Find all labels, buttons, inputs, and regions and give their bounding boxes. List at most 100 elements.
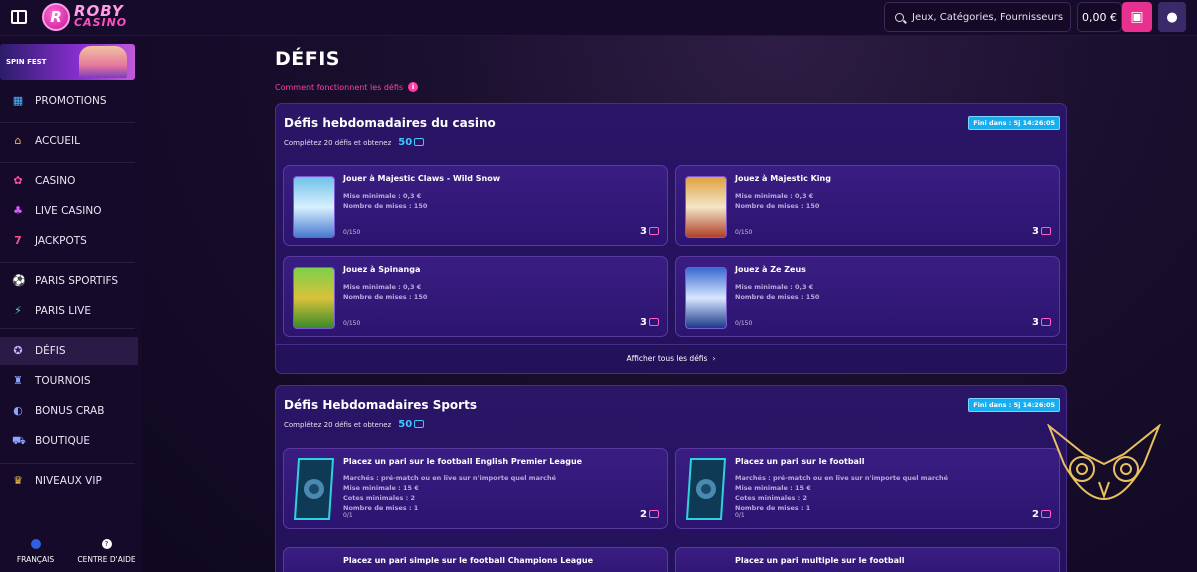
microphone-icon: ♣ <box>13 204 23 217</box>
divider <box>0 463 135 464</box>
soccer-card-icon <box>293 458 335 520</box>
challenge-title: Placez un pari multiple sur le football <box>735 556 905 565</box>
sidebar-item-accueil[interactable]: ⌂ ACCUEIL <box>0 127 138 155</box>
sidebar-item-label: BONUS CRAB <box>35 405 105 417</box>
sidebar-item-niveaux-vip[interactable]: ♛ NIVEAUX VIP <box>0 467 138 495</box>
challenge-progress: 0/1 <box>735 512 745 519</box>
challenge-min-bet: Mise minimale : 0,3 € <box>735 192 814 200</box>
challenge-card[interactable]: Jouez à Spinanga Mise minimale : 0,3 € N… <box>283 256 668 337</box>
challenge-progress: 0/150 <box>735 229 753 236</box>
sidebar-item-live-casino[interactable]: ♣ LIVE CASINO <box>0 197 138 225</box>
challenge-min-bet: Mise minimale : 0,3 € <box>343 283 422 291</box>
challenge-bet-count: Nombre de mises : 1 <box>735 504 811 512</box>
sidebar-item-label: ACCUEIL <box>35 135 80 147</box>
game-thumbnail-majestic-claws <box>293 176 335 238</box>
divider <box>0 122 135 123</box>
logo-badge: R <box>42 3 70 31</box>
challenge-card[interactable]: Jouez à Ze Zeus Mise minimale : 0,3 € No… <box>675 256 1060 337</box>
search-placeholder: Jeux, Catégories, Fournisseurs <box>912 11 1064 23</box>
owl-watermark-icon <box>1047 424 1161 500</box>
main-content: DÉFIS Comment fonctionnent les défis i D… <box>142 36 1197 572</box>
challenge-card[interactable]: Placez un pari multiple sur le football <box>675 547 1060 572</box>
challenge-card[interactable]: Jouer à Majestic Claws - Wild Snow Mise … <box>283 165 668 246</box>
gift-icon: ▦ <box>12 94 24 107</box>
sidebar-item-paris-sportifs[interactable]: ⚽ PARIS SPORTIFS <box>0 267 138 295</box>
see-all-challenges-link[interactable]: Afficher tous les défis › <box>276 344 1066 372</box>
medal-icon: ✪ <box>13 344 23 357</box>
challenge-min-odds: Cotes minimales : 2 <box>343 494 416 502</box>
countdown-timer: Fini dans : 5j 14:26:05 <box>968 116 1060 130</box>
language-button[interactable]: FRANÇAIS <box>0 528 71 572</box>
divider <box>0 162 135 163</box>
search-input[interactable]: Jeux, Catégories, Fournisseurs <box>884 2 1071 32</box>
cart-icon: ⛟ <box>12 434 26 447</box>
globe-icon <box>30 539 41 549</box>
sidebar-toggle-icon[interactable] <box>11 10 27 24</box>
crown-icon: ♛ <box>13 474 23 487</box>
challenge-min-odds: Cotes minimales : 2 <box>735 494 808 502</box>
section-title: Défis hebdomadaires du casino <box>284 116 496 130</box>
user-button[interactable]: ● <box>1158 2 1186 32</box>
game-thumbnail-ze-zeus <box>685 267 727 329</box>
sidebar-item-jackpots[interactable]: 7 JACKPOTS <box>0 227 138 255</box>
challenge-card[interactable]: Placez un pari sur le football English P… <box>283 448 668 529</box>
challenge-progress: 0/150 <box>735 320 753 327</box>
sidebar-footer: FRANÇAIS ? CENTRE D'AIDE <box>0 528 142 572</box>
user-icon: ● <box>1166 9 1178 25</box>
sidebar-item-label: LIVE CASINO <box>35 205 102 217</box>
sidebar-item-defis[interactable]: ✪ DÉFIS <box>0 337 138 365</box>
ticket-icon <box>1041 318 1051 326</box>
challenge-reward: 3 <box>640 317 659 328</box>
challenge-markets: Marchés : pré-match ou en live sur n'imp… <box>735 474 949 482</box>
challenge-min-bet: Mise minimale : 0,3 € <box>343 192 422 200</box>
challenge-title: Placez un pari simple sur le football Ch… <box>343 556 594 565</box>
sidebar-item-bonus-crab[interactable]: ◐ BONUS CRAB <box>0 397 138 425</box>
seven-icon: 7 <box>14 234 22 247</box>
sidebar-item-paris-live[interactable]: ⚡ PARIS LIVE <box>0 297 138 325</box>
banner-art <box>79 46 127 78</box>
challenge-bet-count: Nombre de mises : 150 <box>735 293 820 301</box>
top-bar: R ROBY CASINO Jeux, Catégories, Fourniss… <box>0 0 1197 36</box>
casino-challenges-section: Défis hebdomadaires du casino Complétez … <box>275 103 1067 374</box>
how-challenges-work-link[interactable]: Comment fonctionnent les défis i <box>275 82 419 92</box>
challenge-card[interactable]: Jouez à Majestic King Mise minimale : 0,… <box>675 165 1060 246</box>
challenge-title: Jouer à Majestic Claws - Wild Snow <box>343 174 501 183</box>
banner-label: SPIN FEST <box>6 58 47 66</box>
challenge-reward: 3 <box>1032 226 1051 237</box>
sidebar-item-promotions[interactable]: ▦ PROMOTIONS <box>0 87 138 115</box>
section-subtitle: Complétez 20 défis et obtenez <box>284 420 392 429</box>
challenge-progress: 0/150 <box>343 229 361 236</box>
sidebar-item-label: DÉFIS <box>35 345 66 357</box>
search-icon <box>895 12 904 22</box>
deposit-button[interactable]: ▣ <box>1122 2 1152 32</box>
language-label: FRANÇAIS <box>16 555 55 564</box>
points-badge: 50 <box>398 419 425 430</box>
soccer-ball-icon: ⚽ <box>12 274 26 287</box>
challenge-reward: 2 <box>640 509 659 520</box>
game-thumbnail-majestic-king <box>685 176 727 238</box>
help-center-button[interactable]: ? CENTRE D'AIDE <box>71 528 142 572</box>
sidebar-item-label: PARIS LIVE <box>35 305 92 317</box>
sidebar-item-casino[interactable]: ✿ CASINO <box>0 167 138 195</box>
challenge-card[interactable]: Placez un pari sur le football Marchés :… <box>675 448 1060 529</box>
sports-challenges-section: Défis Hebdomadaires Sports Complétez 20 … <box>275 385 1067 572</box>
sidebar-item-boutique[interactable]: ⛟ BOUTIQUE <box>0 427 138 455</box>
ticket-icon <box>649 510 659 518</box>
game-thumbnail-spinanga <box>293 267 335 329</box>
soccer-card-icon <box>685 458 727 520</box>
sidebar-item-tournois[interactable]: ♜ TOURNOIS <box>0 367 138 395</box>
challenge-min-bet: Mise minimale : 15 € <box>735 484 811 492</box>
info-icon: i <box>408 82 419 92</box>
logo[interactable]: R ROBY CASINO <box>42 3 127 31</box>
balance-display[interactable]: 0,00 € <box>1077 2 1122 32</box>
challenge-bet-count: Nombre de mises : 150 <box>343 202 428 210</box>
challenge-card[interactable]: Placez un pari simple sur le football Ch… <box>283 547 668 572</box>
challenge-reward: 3 <box>640 226 659 237</box>
help-center-label: CENTRE D'AIDE <box>77 555 136 564</box>
countdown-timer: Fini dans : 5j 14:26:05 <box>968 398 1060 412</box>
section-title: Défis Hebdomadaires Sports <box>284 398 477 412</box>
challenge-progress: 0/150 <box>343 320 361 327</box>
sidebar-item-label: TOURNOIS <box>35 375 91 387</box>
spin-fest-banner[interactable]: SPIN FEST <box>0 44 135 80</box>
points-badge: 50 <box>398 137 425 148</box>
